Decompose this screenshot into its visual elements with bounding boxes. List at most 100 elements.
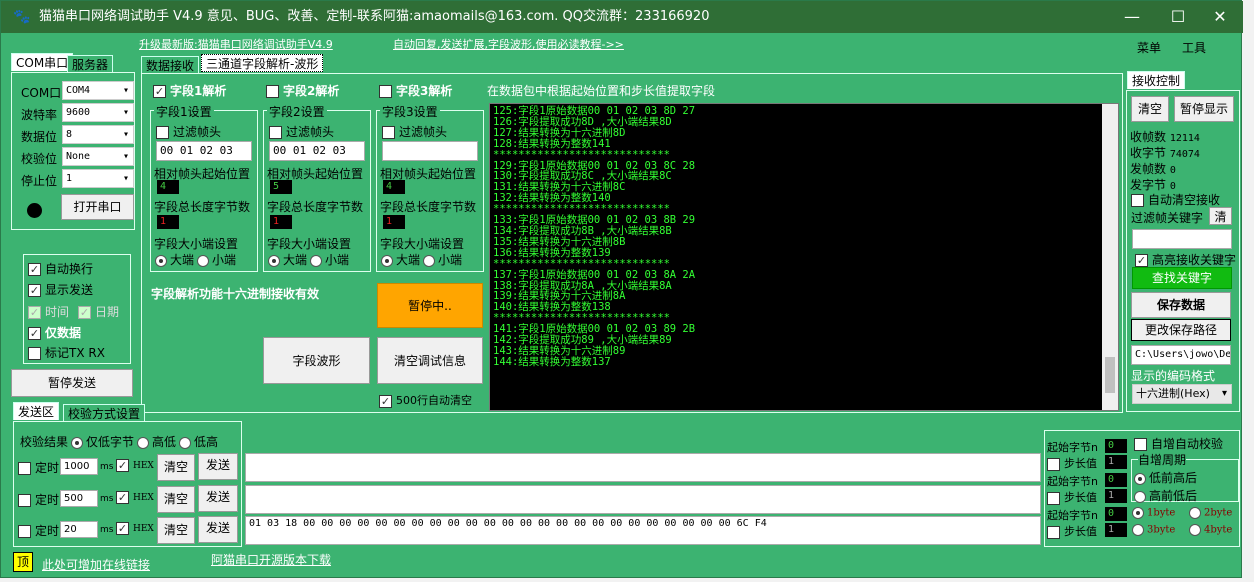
timer-checkbox[interactable]: 定时 bbox=[18, 459, 59, 476]
pin-top-button[interactable]: 顶 bbox=[13, 552, 33, 572]
opensource-link[interactable]: 阿猫串口开源版本下载 bbox=[211, 551, 331, 568]
radio-high-low[interactable] bbox=[137, 436, 150, 449]
radio-1byte[interactable]: 1byte bbox=[1129, 507, 1175, 519]
change-path-button[interactable]: 更改保存路径 bbox=[1131, 319, 1231, 341]
menu-menu[interactable]: 菜单 bbox=[1137, 39, 1161, 56]
auto-clear-receive-checkbox[interactable]: 自动清空接收 bbox=[1131, 191, 1220, 208]
time-checkbox[interactable]: ✓ 时间 bbox=[28, 303, 69, 320]
field-enable-checkbox[interactable]: 字段2解析 bbox=[266, 82, 339, 99]
find-keyword-button[interactable]: 查找关键字 bbox=[1132, 267, 1232, 289]
step-checkbox[interactable]: 步长值 bbox=[1047, 455, 1097, 471]
hex-checkbox[interactable]: ✓ HEX bbox=[116, 459, 154, 472]
timer-interval-input[interactable]: 500 bbox=[60, 490, 98, 507]
start-byte-value[interactable]: 0 bbox=[1105, 439, 1127, 453]
clear-send-button[interactable]: 清空 bbox=[157, 486, 195, 513]
radio-high-first[interactable]: 高前低后 bbox=[1131, 487, 1197, 504]
auto-check-checkbox[interactable]: 自增自动校验 bbox=[1134, 435, 1223, 452]
auto-clear-500-checkbox[interactable]: ✓ 500行自动清空 bbox=[379, 392, 472, 408]
hex-checkbox[interactable]: ✓ HEX bbox=[116, 491, 154, 504]
filter-header-checkbox[interactable]: 过滤帧头 bbox=[156, 123, 221, 140]
close-button[interactable]: ✕ bbox=[1197, 1, 1243, 33]
send-button[interactable]: 发送 bbox=[198, 453, 238, 480]
tab-server[interactable]: 服务器 bbox=[67, 55, 114, 73]
tab-receive-control[interactable]: 接收控制 bbox=[1127, 71, 1186, 89]
step-checkbox[interactable]: 步长值 bbox=[1047, 523, 1097, 539]
radio-big-endian[interactable] bbox=[155, 254, 167, 267]
step-value[interactable]: 1 bbox=[1105, 455, 1127, 469]
terminal-scrollbar[interactable] bbox=[1102, 104, 1118, 410]
tab-data-receive[interactable]: 数据接收 bbox=[141, 56, 200, 74]
tab-send-area[interactable]: 发送区 bbox=[13, 402, 60, 420]
highlight-keyword-checkbox[interactable]: ✓ 高亮接收关键字 bbox=[1135, 251, 1236, 268]
radio-4byte[interactable]: 4byte bbox=[1186, 524, 1232, 536]
radio-little-endian[interactable] bbox=[423, 254, 436, 267]
clear-send-button[interactable]: 清空 bbox=[157, 517, 195, 544]
pause-send-button[interactable]: 暂停发送 bbox=[11, 369, 133, 397]
start-position-value[interactable]: 5 bbox=[270, 180, 292, 194]
pause-display-button[interactable]: 暂停显示 bbox=[1174, 96, 1234, 122]
com-row-select[interactable]: 9600 bbox=[62, 103, 134, 122]
maximize-button[interactable]: ☐ bbox=[1155, 1, 1201, 33]
step-checkbox[interactable]: 步长值 bbox=[1047, 489, 1097, 505]
start-byte-value[interactable]: 0 bbox=[1105, 507, 1127, 521]
mark-txrx-checkbox[interactable]: 标记TX RX bbox=[28, 344, 105, 361]
radio-little-endian[interactable] bbox=[197, 254, 210, 267]
radio-low-byte[interactable] bbox=[71, 436, 84, 449]
radio-2byte[interactable]: 2byte bbox=[1186, 507, 1232, 519]
radio-low-first[interactable]: 低前高后 bbox=[1131, 469, 1197, 486]
field-wave-button[interactable]: 字段波形 bbox=[263, 337, 370, 384]
header-input[interactable]: 00 01 02 03 bbox=[269, 141, 365, 161]
length-value[interactable]: 1 bbox=[270, 215, 292, 229]
tab-com[interactable]: COM串口 bbox=[11, 53, 74, 71]
paused-button[interactable]: 暂停中.. bbox=[377, 283, 483, 328]
length-value[interactable]: 1 bbox=[383, 215, 405, 229]
debug-terminal[interactable]: 125:字段1原始数据00 01 02 03 8D 27 126:字段提取成功8D… bbox=[489, 103, 1119, 411]
send-button[interactable]: 发送 bbox=[198, 516, 238, 543]
start-position-value[interactable]: 4 bbox=[383, 180, 405, 194]
send-button[interactable]: 发送 bbox=[198, 485, 238, 512]
clear-receive-button[interactable]: 清空 bbox=[1131, 96, 1169, 122]
save-data-button[interactable]: 保存数据 bbox=[1131, 292, 1231, 318]
filter-keyword-input[interactable] bbox=[1132, 229, 1232, 249]
radio-low-high[interactable] bbox=[179, 436, 192, 449]
menu-tools[interactable]: 工具 bbox=[1182, 39, 1206, 56]
minimize-button[interactable]: — bbox=[1109, 1, 1155, 33]
show-send-checkbox[interactable]: ✓ 显示发送 bbox=[28, 281, 93, 298]
timer-checkbox[interactable]: 定时 bbox=[18, 522, 59, 539]
com-row-select[interactable]: 1 bbox=[62, 169, 134, 188]
timer-checkbox[interactable]: 定时 bbox=[18, 491, 59, 508]
length-value[interactable]: 1 bbox=[157, 215, 179, 229]
clear-debug-button[interactable]: 清空调试信息 bbox=[377, 337, 483, 384]
field-enable-checkbox[interactable]: 字段3解析 bbox=[379, 82, 452, 99]
header-input[interactable]: 00 01 02 03 bbox=[156, 141, 252, 161]
filter-clear-button[interactable]: 清 bbox=[1209, 207, 1232, 225]
com-row-select[interactable]: None bbox=[62, 147, 134, 166]
radio-big-endian[interactable] bbox=[268, 254, 280, 267]
open-port-button[interactable]: 打开串口 bbox=[61, 194, 134, 220]
clear-send-button[interactable]: 清空 bbox=[157, 454, 195, 481]
start-position-value[interactable]: 4 bbox=[157, 180, 179, 194]
tab-check-settings[interactable]: 校验方式设置 bbox=[63, 404, 146, 422]
step-value[interactable]: 1 bbox=[1105, 523, 1127, 537]
com-row-select[interactable]: COM4 bbox=[62, 81, 134, 100]
scrollbar-thumb[interactable] bbox=[1105, 357, 1115, 393]
send-content-input[interactable]: 01 03 18 00 00 00 00 00 00 00 00 00 00 0… bbox=[245, 516, 1041, 545]
tutorial-link[interactable]: 自动回复,发送扩展,字段波形,使用必读教程->> bbox=[393, 36, 624, 52]
timer-interval-input[interactable]: 20 bbox=[60, 521, 98, 538]
send-content-input[interactable] bbox=[245, 453, 1041, 482]
start-byte-value[interactable]: 0 bbox=[1105, 473, 1127, 487]
data-only-checkbox[interactable]: ✓ 仅数据 bbox=[28, 324, 81, 341]
tab-field-parse[interactable]: 三通道字段解析-波形 bbox=[201, 54, 324, 72]
date-checkbox[interactable]: ✓ 日期 bbox=[78, 303, 119, 320]
send-content-input[interactable] bbox=[245, 485, 1041, 514]
auto-wrap-checkbox[interactable]: ✓ 自动换行 bbox=[28, 260, 93, 277]
encoding-select[interactable]: 十六进制(Hex) bbox=[1132, 384, 1232, 404]
step-value[interactable]: 1 bbox=[1105, 489, 1127, 503]
radio-3byte[interactable]: 3byte bbox=[1129, 524, 1175, 536]
com-row-select[interactable]: 8 bbox=[62, 125, 134, 144]
field-enable-checkbox[interactable]: ✓ 字段1解析 bbox=[153, 82, 226, 99]
radio-big-endian[interactable] bbox=[381, 254, 393, 267]
filter-header-checkbox[interactable]: 过滤帧头 bbox=[382, 123, 447, 140]
header-input[interactable] bbox=[382, 141, 478, 161]
filter-header-checkbox[interactable]: 过滤帧头 bbox=[269, 123, 334, 140]
